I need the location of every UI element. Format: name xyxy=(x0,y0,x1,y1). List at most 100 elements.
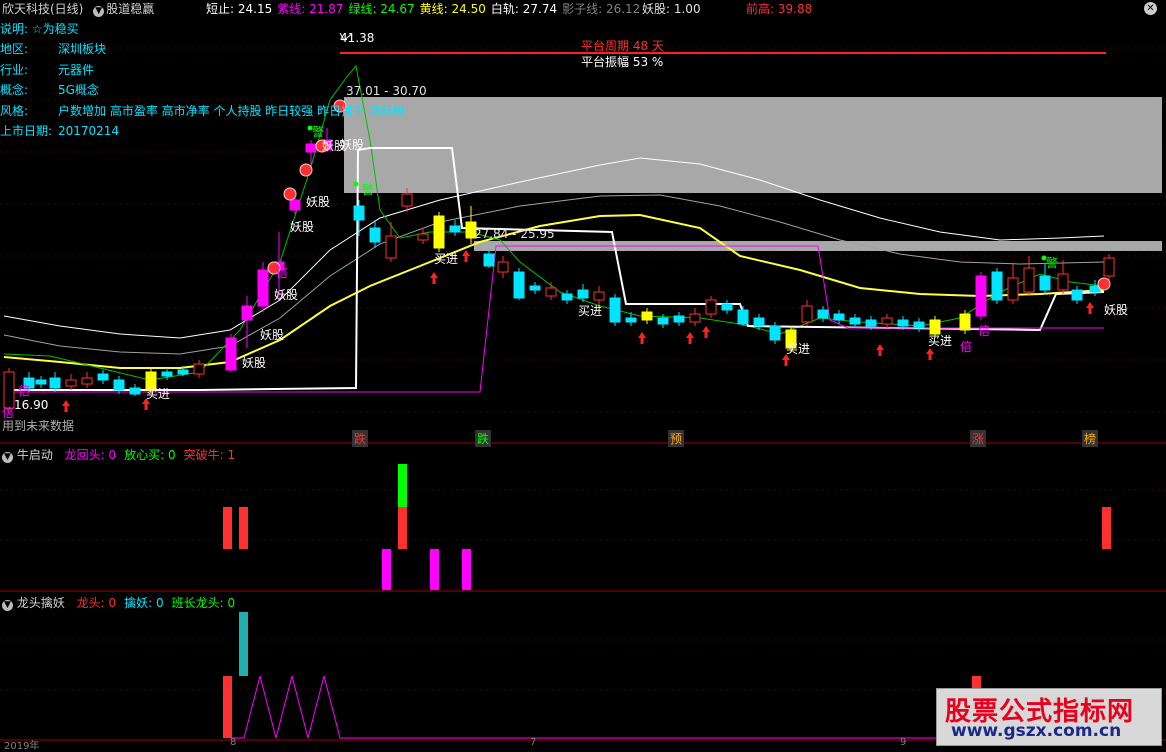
platform-amplitude-label: 平台振幅 53 % xyxy=(581,55,664,69)
panel2-chevron-icon[interactable]: ▼ xyxy=(2,452,13,463)
buy-arrow-icon xyxy=(430,272,438,284)
demon-stock-label: 妖股 xyxy=(1104,303,1129,317)
warning-label: 警 xyxy=(312,125,325,139)
candle-body xyxy=(657,317,669,325)
candle-body xyxy=(689,313,701,323)
candle-body xyxy=(529,285,541,291)
signal-bar xyxy=(398,464,407,507)
candle-body xyxy=(705,299,717,315)
buy-arrow-icon xyxy=(876,344,884,356)
candle-body xyxy=(609,297,621,323)
candle-body xyxy=(483,253,495,267)
candle-body xyxy=(561,293,573,301)
peak-price-label: 41.38 xyxy=(340,31,375,45)
red-ball-icon xyxy=(1097,277,1111,291)
support-zone-label: 27.84 - 25.95 xyxy=(474,227,555,241)
candle-body xyxy=(369,227,381,243)
candle-body xyxy=(753,317,765,327)
demon-stock-label: 妖股 xyxy=(260,328,285,342)
panel-value-item: 龙头: 0 xyxy=(76,596,117,610)
candle-body xyxy=(817,309,829,319)
panel-value-item: 龙回头: 0 xyxy=(64,448,117,462)
candle-body xyxy=(959,313,971,331)
candle-body xyxy=(721,303,733,311)
candle-body xyxy=(129,387,141,395)
candle-body xyxy=(65,379,77,387)
info-description: 说明: ☆为稳买 xyxy=(0,22,79,36)
warning-label: 警 xyxy=(1046,256,1059,270)
double-label: 倍 xyxy=(978,324,991,338)
candle-body xyxy=(385,235,397,259)
info-row: 概念: 5G概念 xyxy=(0,81,99,98)
indicator-selector[interactable]: ▼ 股道稳赢 xyxy=(93,2,160,17)
info-value: 5G概念 xyxy=(58,83,99,97)
info-row: 行业: 元器件 xyxy=(0,61,94,78)
panel3-title[interactable]: 龙头擒妖 xyxy=(17,596,65,610)
candle-body xyxy=(1071,289,1083,301)
signal-bar xyxy=(223,676,232,738)
buy-arrow-icon xyxy=(62,400,70,412)
candle-body xyxy=(545,287,557,297)
watermark-logo: 股票公式指标网 www.gszx.com.cn xyxy=(936,688,1162,746)
info-key: 风格: xyxy=(0,103,29,118)
demon-stock-label: 妖股 xyxy=(242,356,267,370)
buy-arrow-icon xyxy=(926,348,934,360)
low-price-label: 16.90 xyxy=(14,398,49,412)
buy-signal-label: 买进 xyxy=(786,342,811,356)
candle-body xyxy=(433,215,445,249)
signal-bar xyxy=(223,507,232,549)
demon-stock-label: 妖股 xyxy=(274,288,299,302)
info-value: 20170214 xyxy=(58,124,120,138)
candle-body xyxy=(881,317,893,325)
buy-signal-label: 买进 xyxy=(578,304,603,318)
panel3-header: ▼ 龙头擒妖 龙头: 0 擒妖: 0 班长龙头: 0 xyxy=(2,594,235,611)
date-tick: 2019年 xyxy=(4,741,40,752)
buy-arrow-icon xyxy=(638,332,646,344)
info-value: 户数增加 高市盈率 高市净率 个人持股 昨日较强 昨日换手 活跃股 xyxy=(58,103,405,118)
signal-bar xyxy=(239,507,248,549)
candle-body xyxy=(593,291,605,301)
red-ball-icon xyxy=(283,187,297,201)
candle-body xyxy=(673,315,685,323)
buy-arrow-icon xyxy=(1086,302,1094,314)
double-label: 倍 xyxy=(960,340,973,354)
candle-body xyxy=(161,371,173,377)
header-item: 黄线: 24.50 xyxy=(419,2,486,16)
header-item: 短止: 24.15 xyxy=(206,2,273,16)
candle-body xyxy=(305,143,317,153)
signal-bar xyxy=(1102,507,1111,549)
stock-title[interactable]: 欣天科技(日线) xyxy=(2,2,83,16)
buy-signal-label: 买进 xyxy=(434,252,459,266)
panel3-values: 龙头: 0 擒妖: 0 班长龙头: 0 xyxy=(69,596,236,610)
panel2-values: 龙回头: 0 放心买: 0 突破牛: 1 xyxy=(57,448,236,462)
candle-body xyxy=(1103,257,1115,277)
info-key: 行业: xyxy=(0,62,29,77)
buy-arrow-icon xyxy=(686,332,694,344)
panel-value-item: 放心买: 0 xyxy=(124,448,176,462)
candle-body xyxy=(497,261,509,273)
candle-body xyxy=(865,319,877,327)
info-row: 风格: 户数增加 高市盈率 高市净率 个人持股 昨日较强 昨日换手 活跃股 xyxy=(0,102,405,119)
date-tick: 8 xyxy=(230,737,237,748)
double-label: 倍 xyxy=(2,406,15,420)
header-item: 白轨: 27.74 xyxy=(490,2,558,16)
candle-body xyxy=(49,377,61,389)
panel2-title[interactable]: 牛启动 xyxy=(17,448,53,462)
candle-body xyxy=(3,371,15,409)
dragon-line xyxy=(230,675,936,739)
candle-body xyxy=(97,373,109,381)
candle-body xyxy=(737,309,749,325)
candle-body xyxy=(769,325,781,341)
yaogu-value: 妖股: 1.00 xyxy=(642,2,701,16)
candle-body xyxy=(241,305,253,321)
date-tick: 7 xyxy=(530,737,537,748)
signal-marker: 跌 xyxy=(475,430,492,447)
candle-body xyxy=(449,225,461,233)
candle-body xyxy=(177,369,189,375)
panel-value-item: 擒妖: 0 xyxy=(124,596,164,610)
chart-header: 欣天科技(日线) ▼ 股道稳赢 xyxy=(2,0,166,17)
candle-body xyxy=(913,321,925,329)
close-icon[interactable]: ✕ xyxy=(1144,0,1157,15)
candle-body xyxy=(81,377,93,385)
panel3-chevron-icon[interactable]: ▼ xyxy=(2,600,13,611)
